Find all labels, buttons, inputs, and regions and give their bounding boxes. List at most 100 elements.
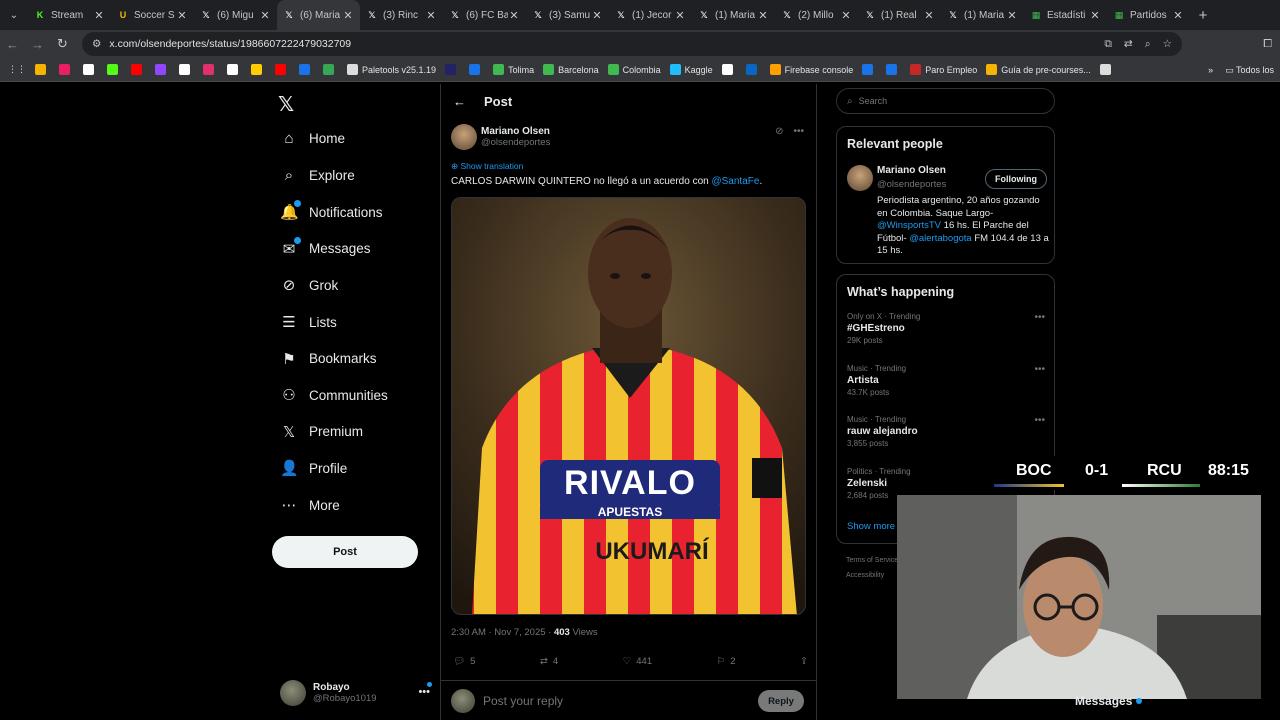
close-tab-icon[interactable]: ✕ <box>840 9 852 22</box>
bookmark-item[interactable]: Barcelona <box>543 64 599 75</box>
bookmark-item[interactable] <box>275 64 290 75</box>
close-tab-icon[interactable]: ✕ <box>1089 9 1101 22</box>
show-more-link[interactable]: Show more <box>847 521 895 532</box>
nav-item-grok[interactable]: ⊘ Grok <box>280 276 339 294</box>
browser-tab[interactable]: 𝕏 (2) Millo ✕ <box>775 0 858 30</box>
trend-item[interactable]: Music · Trending rauw alejandro 3,855 post… <box>847 415 1047 448</box>
bookmark-item[interactable] <box>179 64 194 75</box>
forward-icon[interactable]: → <box>25 37 50 52</box>
bookmark-item[interactable] <box>886 64 901 75</box>
bookmark-item[interactable] <box>445 64 460 75</box>
back-icon[interactable]: ← <box>0 37 25 52</box>
nav-item-bookmarks[interactable]: ⚑ Bookmarks <box>280 350 376 368</box>
bookmark-item[interactable] <box>721 64 737 75</box>
nav-item-lists[interactable]: ☰ Lists <box>280 313 337 331</box>
more-icon[interactable]: ••• <box>1034 415 1045 426</box>
post-image[interactable]: RIVALO APUESTAS UKUMARÍ <box>451 197 806 615</box>
bookmark-action[interactable]: ⚐ 2 <box>717 656 736 667</box>
bookmark-item[interactable] <box>251 64 266 75</box>
more-bookmarks-icon[interactable]: » <box>1208 65 1213 75</box>
more-icon[interactable]: ••• <box>418 686 430 698</box>
avatar[interactable] <box>847 165 873 191</box>
bookmark-item[interactable]: Paletools v25.1.19 <box>347 64 436 75</box>
post-author[interactable]: Mariano Olsen @olsendeportes <box>451 124 550 150</box>
close-tab-icon[interactable]: ✕ <box>1006 9 1018 22</box>
browser-tab[interactable]: K Stream ✕ <box>28 0 111 30</box>
apps-grid-icon[interactable]: ⋮⋮ <box>8 64 26 75</box>
nav-item-communities[interactable]: ⚇ Communities <box>280 386 388 404</box>
all-bookmarks-folder[interactable]: ▭ Todos los <box>1225 65 1274 76</box>
back-arrow-icon[interactable]: ← <box>453 94 466 109</box>
search-input[interactable]: ⌕ Search <box>836 88 1055 114</box>
more-icon[interactable]: ••• <box>1034 312 1045 323</box>
close-tab-icon[interactable]: ✕ <box>342 9 354 22</box>
reply-input[interactable] <box>483 693 733 708</box>
translate-icon[interactable]: ⇄ <box>1124 38 1133 51</box>
close-tab-icon[interactable]: ✕ <box>674 9 686 22</box>
reply-button[interactable]: Reply <box>758 690 804 712</box>
close-tab-icon[interactable]: ✕ <box>425 9 437 22</box>
reply-action[interactable]: 💬︎ 5 <box>453 656 475 667</box>
nav-item-notifications[interactable]: 🔔 Notifications <box>280 200 383 221</box>
post-button[interactable]: Post <box>272 536 418 568</box>
browser-tab[interactable]: 𝕏 (1) Jecor ✕ <box>609 0 692 30</box>
person-name[interactable]: Mariano Olsen <box>877 165 946 176</box>
close-tab-icon[interactable]: ✕ <box>508 9 520 22</box>
author-handle[interactable]: @olsendeportes <box>481 137 550 148</box>
close-tab-icon[interactable]: ✕ <box>259 9 271 22</box>
bookmark-item[interactable]: Tolima <box>493 64 534 75</box>
bookmark-item[interactable] <box>131 64 146 75</box>
site-info-icon[interactable]: ⚙ <box>92 38 101 50</box>
address-bar[interactable]: ⚙ x.com/olsendeportes/status/19866072224… <box>82 32 1182 56</box>
install-app-icon[interactable]: ⧉ <box>1104 38 1112 51</box>
messages-dock[interactable]: Messages <box>1075 694 1143 708</box>
browser-tab[interactable]: U Soccer S ✕ <box>111 0 194 30</box>
browser-tab[interactable]: 𝕏 (3) Rinc ✕ <box>360 0 443 30</box>
bookmark-item[interactable] <box>299 64 314 75</box>
nav-item-explore[interactable]: ⌕ Explore <box>280 167 355 184</box>
more-icon[interactable]: ••• <box>1034 364 1045 375</box>
mention-link[interactable]: @SantaFe <box>711 176 759 187</box>
person-handle[interactable]: @olsendeportes <box>877 179 946 190</box>
bookmark-item[interactable]: Paro Empleo <box>910 64 977 75</box>
bookmark-item[interactable] <box>1099 64 1115 75</box>
close-tab-icon[interactable]: ✕ <box>591 9 603 22</box>
browser-tab[interactable]: ▦ Estadísti ✕ <box>1024 0 1107 30</box>
bookmark-item[interactable] <box>107 64 122 75</box>
close-tab-icon[interactable]: ✕ <box>1172 9 1184 22</box>
reload-icon[interactable]: ↻ <box>50 36 75 52</box>
nav-item-messages[interactable]: ✉ Messages <box>280 236 371 258</box>
share-action[interactable]: ⇪ <box>800 656 808 667</box>
close-tab-icon[interactable]: ✕ <box>757 9 769 22</box>
extensions-icon[interactable]: ⧠ <box>1263 38 1272 51</box>
bookmark-item[interactable] <box>203 64 218 75</box>
trend-item[interactable]: Only on X · Trending #GHEstreno 29K posts •… <box>847 312 1047 345</box>
bookmark-item[interactable] <box>469 64 484 75</box>
bookmark-item[interactable] <box>83 64 98 75</box>
browser-tab[interactable]: 𝕏 (3) Samu ✕ <box>526 0 609 30</box>
browser-tab[interactable]: 𝕏 (1) Maria ✕ <box>941 0 1024 30</box>
browser-tab[interactable]: 𝕏 (6) FC Ba ✕ <box>443 0 526 30</box>
x-logo-icon[interactable]: 𝕏 <box>278 92 294 117</box>
nav-item-profile[interactable]: 👤 Profile <box>280 459 347 477</box>
nav-item-premium[interactable]: 𝕏 Premium <box>280 423 363 441</box>
bookmark-item[interactable]: Colombia <box>607 64 661 75</box>
show-translation-link[interactable]: ⊕ Show translation <box>451 161 523 172</box>
browser-tab[interactable]: ▦ Partidos ✕ <box>1107 0 1190 30</box>
repost-action[interactable]: ⇄ 4 <box>540 656 558 667</box>
browser-tab[interactable]: 𝕏 (1) Real ✕ <box>858 0 941 30</box>
avatar[interactable] <box>451 124 477 150</box>
bookmark-item[interactable] <box>862 64 877 75</box>
following-button[interactable]: Following <box>985 169 1047 189</box>
bookmark-item[interactable] <box>35 64 50 75</box>
tab-search-button[interactable]: ⌄ <box>0 0 28 30</box>
new-tab-button[interactable]: + <box>1190 7 1216 24</box>
zoom-icon[interactable]: ⌕ <box>1145 38 1151 51</box>
more-icon[interactable]: ••• <box>793 126 804 137</box>
nav-item-more[interactable]: ⋯ More <box>280 496 340 514</box>
like-action[interactable]: ♡ 441 <box>623 656 652 667</box>
grok-icon[interactable]: ⊘ <box>775 126 783 137</box>
browser-tab[interactable]: 𝕏 (6) Migu ✕ <box>194 0 277 30</box>
bookmark-item[interactable]: Firebase console <box>769 64 853 75</box>
terms-link[interactable]: Terms of Service <box>846 557 898 564</box>
